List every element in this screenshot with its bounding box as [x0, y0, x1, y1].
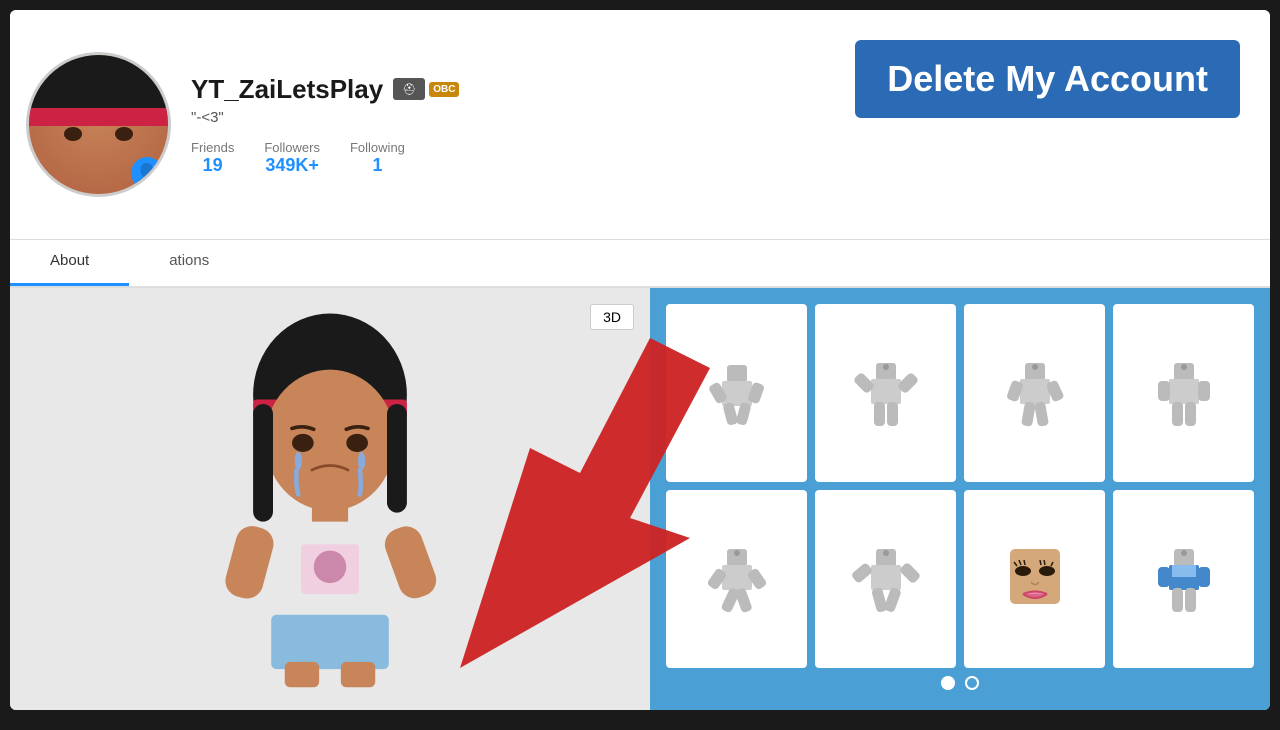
inventory-item-7[interactable] — [964, 490, 1105, 668]
followers-label: Followers — [264, 140, 320, 155]
delete-banner[interactable]: Delete My Account — [855, 40, 1240, 118]
inventory-item-3[interactable] — [964, 304, 1105, 482]
pagination-dots — [666, 668, 1254, 694]
followers-stat: Followers 349K+ — [264, 140, 320, 176]
main-content: 3D — [10, 288, 1270, 710]
friends-stat: Friends 19 — [191, 140, 234, 176]
friends-label: Friends — [191, 140, 234, 155]
badge-icons: ⛑ OBC — [393, 78, 459, 100]
avatar-badge-icon: 👤 — [131, 157, 163, 189]
crying-avatar — [180, 309, 480, 689]
tab-creations[interactable]: ations — [129, 240, 249, 286]
helmet-badge-icon: ⛑ — [393, 78, 425, 100]
inventory-item-1[interactable] — [666, 304, 807, 482]
inventory-item-5[interactable] — [666, 490, 807, 668]
profile-header: 👤 YT_ZaiLetsPlay ⛑ OBC "-<3" Friends 19 … — [10, 10, 1270, 240]
inventory-item-4[interactable] — [1113, 304, 1254, 482]
main-frame: 👤 YT_ZaiLetsPlay ⛑ OBC "-<3" Friends 19 … — [10, 10, 1270, 710]
tabs-bar: About ations — [10, 240, 1270, 288]
following-value: 1 — [372, 155, 382, 176]
following-stat: Following 1 — [350, 140, 405, 176]
inventory-item-2[interactable] — [815, 304, 956, 482]
inventory-item-6[interactable] — [815, 490, 956, 668]
inventory-item-8[interactable] — [1113, 490, 1254, 668]
friends-value: 19 — [203, 155, 223, 176]
3d-button[interactable]: 3D — [590, 304, 634, 330]
avatar-eye-right — [115, 127, 133, 141]
avatar-headband — [29, 108, 168, 126]
inventory-panel — [650, 288, 1270, 710]
obc-badge-icon: OBC — [429, 82, 459, 97]
avatar: 👤 — [26, 52, 171, 197]
pagination-dot-1[interactable] — [941, 676, 955, 690]
username: YT_ZaiLetsPlay — [191, 74, 383, 105]
avatar-eye-left — [64, 127, 82, 141]
following-label: Following — [350, 140, 405, 155]
avatar-eyes — [64, 127, 134, 141]
inventory-grid — [666, 304, 1254, 668]
followers-value: 349K+ — [265, 155, 319, 176]
pagination-dot-2[interactable] — [965, 676, 979, 690]
avatar-3d-panel: 3D — [10, 288, 650, 710]
stats-row: Friends 19 Followers 349K+ Following 1 — [191, 140, 1254, 176]
tab-about[interactable]: About — [10, 240, 129, 286]
